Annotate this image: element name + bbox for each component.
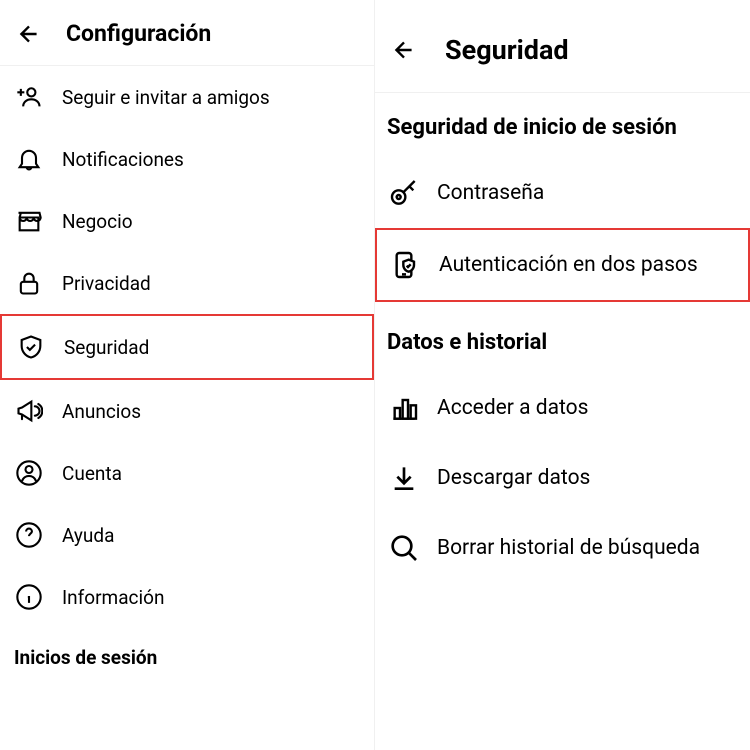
menu-label: Seguridad — [64, 336, 149, 359]
menu-label: Seguir e invitar a amigos — [62, 86, 270, 109]
menu-item-security[interactable]: Seguridad — [0, 314, 374, 380]
download-icon — [387, 461, 421, 495]
menu-label: Ayuda — [62, 524, 114, 547]
section-logins: Inicios de sesión — [0, 628, 374, 679]
phone-shield-icon — [389, 248, 423, 282]
key-icon — [387, 176, 421, 210]
menu-item-privacy[interactable]: Privacidad — [0, 252, 374, 314]
menu-label: Contraseña — [437, 181, 544, 205]
menu-item-clear-history[interactable]: Borrar historial de búsqueda — [375, 513, 750, 583]
security-header: Seguridad — [375, 0, 750, 93]
lock-icon — [14, 268, 44, 298]
menu-label: Negocio — [62, 210, 133, 233]
menu-label: Privacidad — [62, 272, 151, 295]
menu-label: Descargar datos — [437, 466, 590, 490]
section-data-history: Datos e historial — [375, 302, 750, 373]
menu-item-business[interactable]: Negocio — [0, 190, 374, 252]
menu-item-follow-invite[interactable]: Seguir e invitar a amigos — [0, 66, 374, 128]
menu-item-two-factor[interactable]: Autenticación en dos pasos — [375, 228, 750, 302]
menu-item-notifications[interactable]: Notificaciones — [0, 128, 374, 190]
page-title: Configuración — [66, 20, 211, 47]
menu-item-access-data[interactable]: Acceder a datos — [375, 373, 750, 443]
user-circle-icon — [14, 458, 44, 488]
menu-label: Información — [62, 586, 164, 609]
page-title: Seguridad — [445, 34, 569, 66]
menu-item-info[interactable]: Información — [0, 566, 374, 628]
add-person-icon — [14, 82, 44, 112]
security-panel: Seguridad Seguridad de inicio de sesión … — [375, 0, 750, 750]
bell-icon — [14, 144, 44, 174]
menu-item-help[interactable]: Ayuda — [0, 504, 374, 566]
shield-check-icon — [16, 332, 46, 362]
menu-item-download-data[interactable]: Descargar datos — [375, 443, 750, 513]
section-login-security: Seguridad de inicio de sesión — [375, 93, 750, 158]
help-circle-icon — [14, 520, 44, 550]
back-arrow-icon[interactable] — [16, 21, 42, 47]
megaphone-icon — [14, 396, 44, 426]
search-icon — [387, 531, 421, 565]
info-circle-icon — [14, 582, 44, 612]
menu-label: Cuenta — [62, 462, 122, 485]
menu-item-password[interactable]: Contraseña — [375, 158, 750, 228]
menu-label: Autenticación en dos pasos — [439, 253, 698, 277]
back-arrow-icon[interactable] — [391, 37, 417, 63]
menu-label: Anuncios — [62, 400, 141, 423]
settings-header: Configuración — [0, 0, 374, 66]
menu-item-ads[interactable]: Anuncios — [0, 380, 374, 442]
bar-chart-icon — [387, 391, 421, 425]
shop-icon — [14, 206, 44, 236]
menu-label: Borrar historial de búsqueda — [437, 536, 700, 560]
settings-panel: Configuración Seguir e invitar a amigos … — [0, 0, 375, 750]
menu-label: Acceder a datos — [437, 396, 589, 420]
menu-label: Notificaciones — [62, 148, 184, 171]
menu-item-account[interactable]: Cuenta — [0, 442, 374, 504]
